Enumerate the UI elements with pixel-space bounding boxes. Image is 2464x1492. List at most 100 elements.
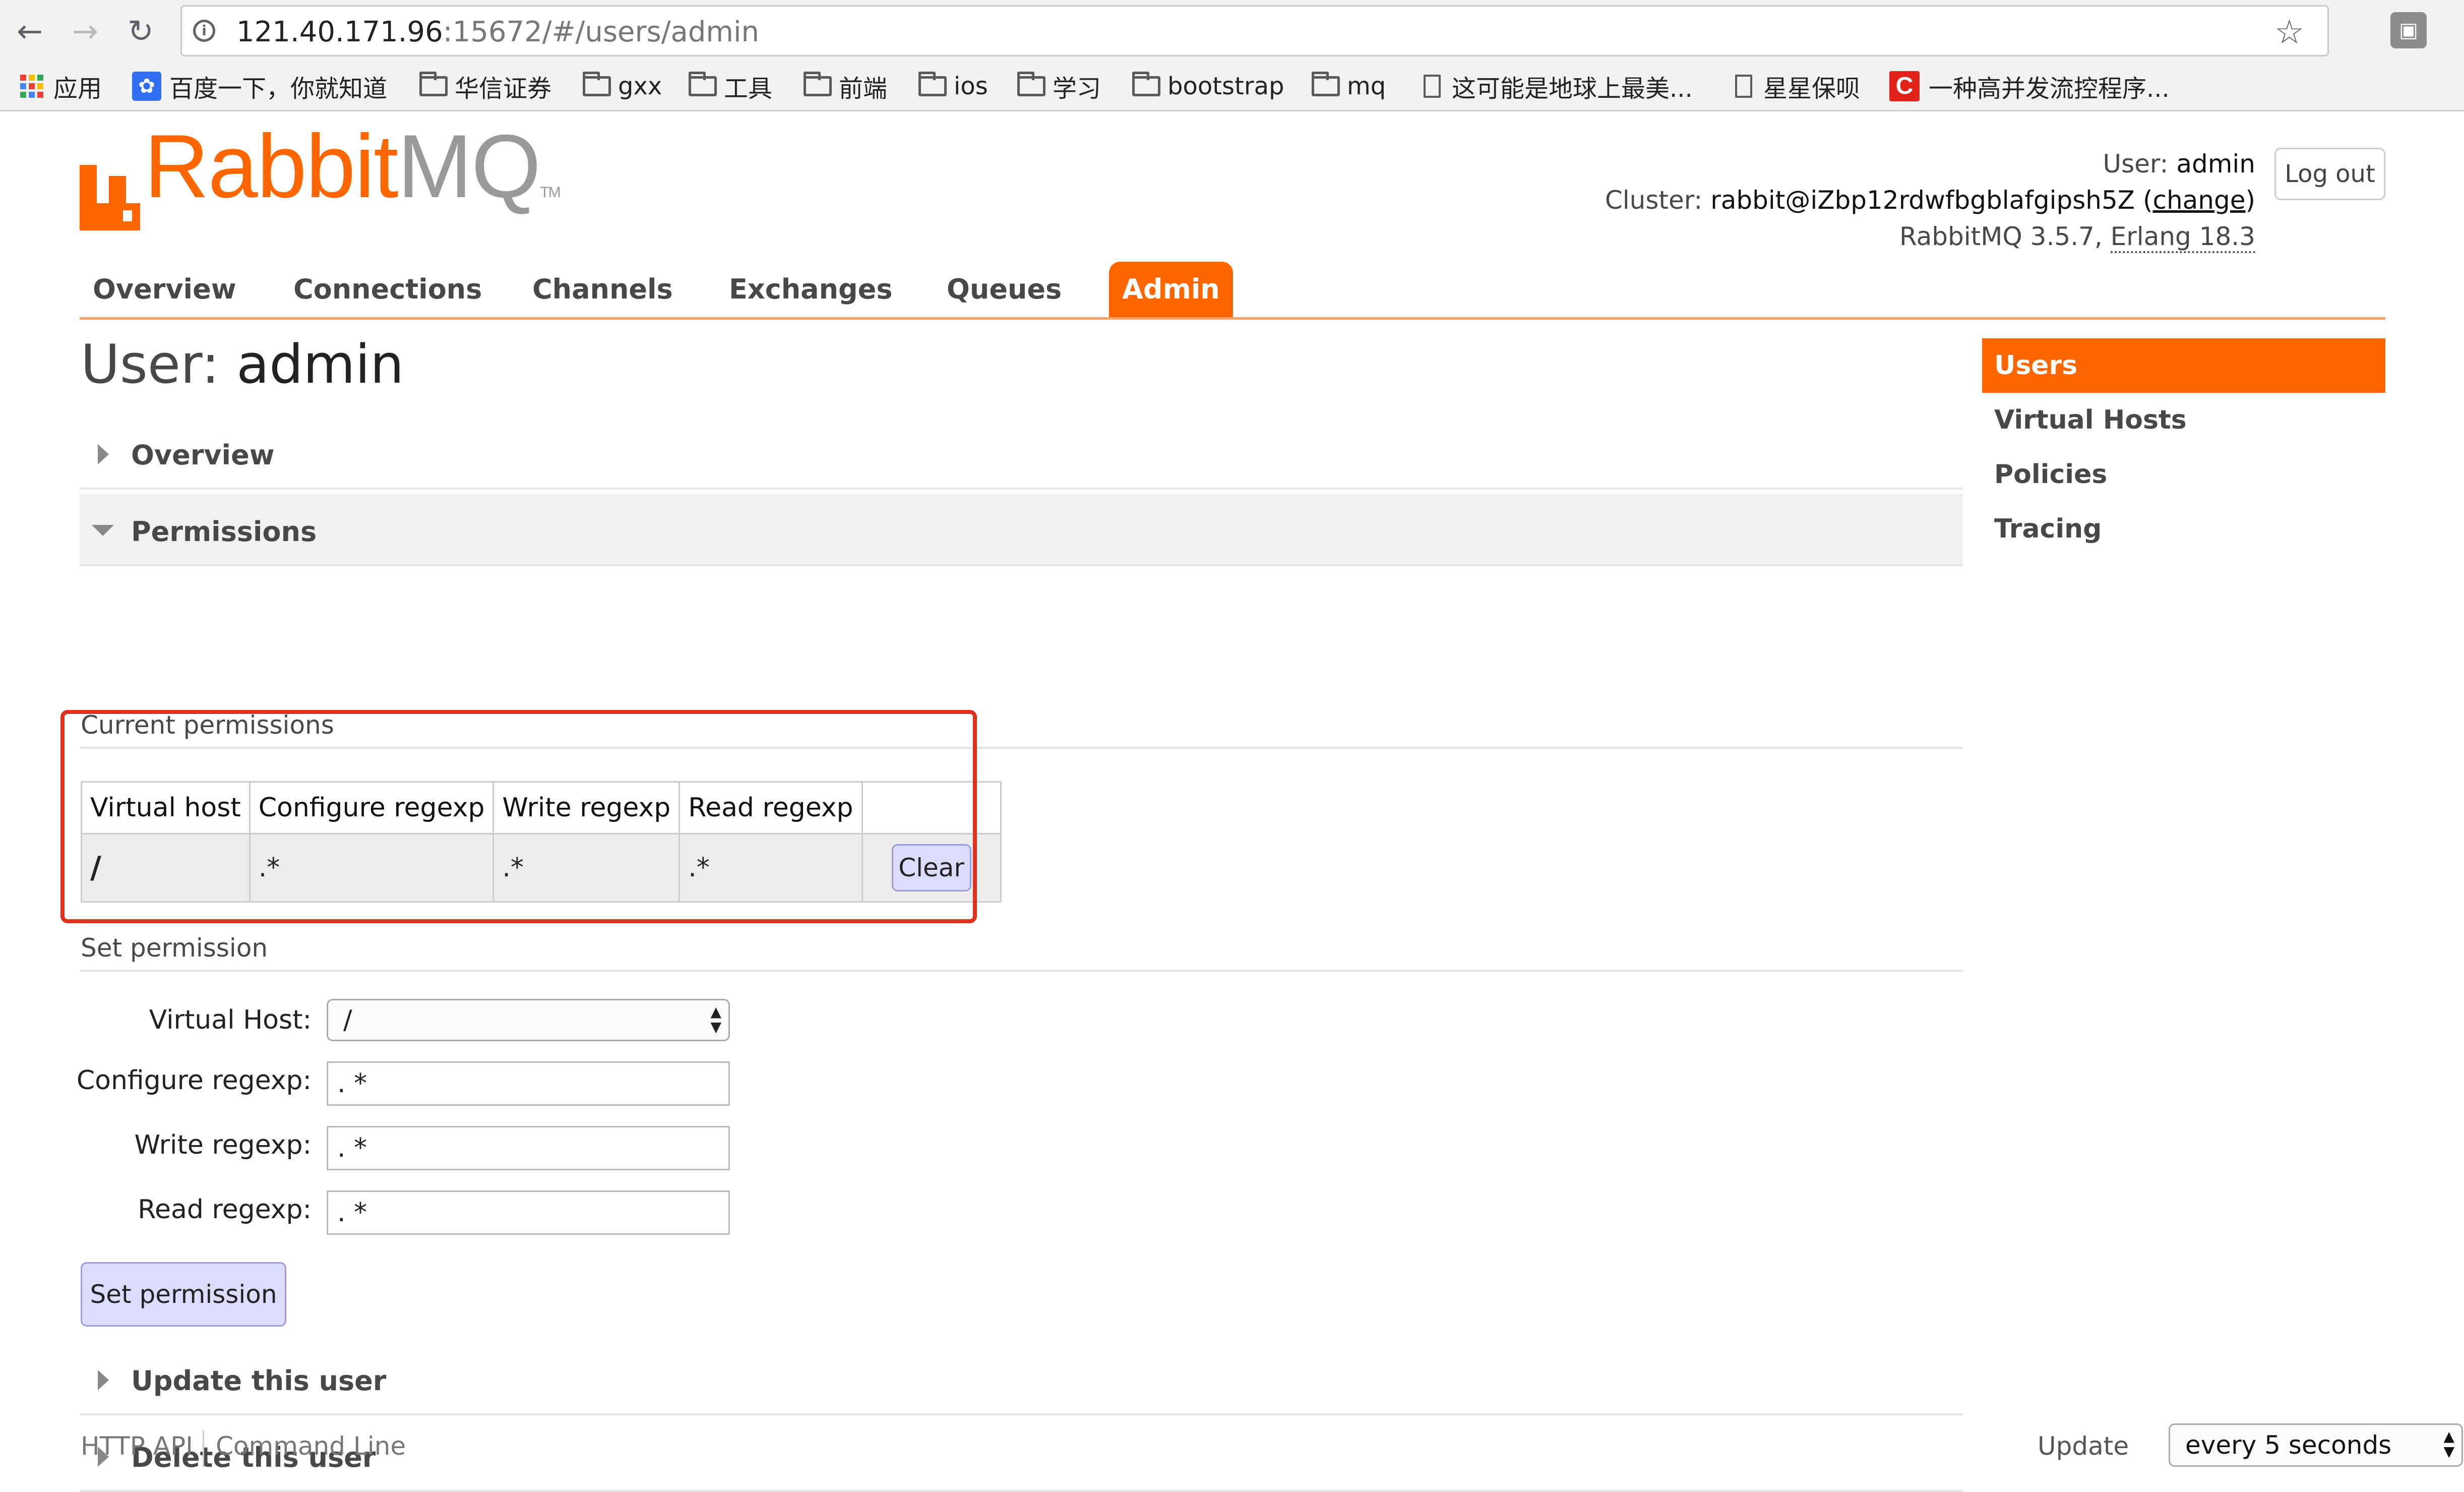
select-arrows-icon: ▲ ▼: [710, 1003, 721, 1035]
bookmark-label: bootstrap: [1167, 72, 1284, 100]
bookmark-label: 工具: [724, 75, 773, 103]
folder-icon: [804, 72, 832, 96]
baidu-paw-icon: ✿: [132, 72, 161, 101]
bookmark-page-earth[interactable]: 这可能是地球上最美...: [1424, 67, 1693, 105]
bookmark-label: mq: [1347, 72, 1386, 100]
tab-admin[interactable]: Admin: [1109, 262, 1233, 317]
vhost-label: Virtual Host:: [149, 1005, 312, 1035]
url-host: 121.40.171.96: [236, 16, 443, 48]
address-bar[interactable]: i 121.40.171.96:15672/#/users/admin ☆: [180, 5, 2329, 56]
bookmark-label: 星星保呗: [1763, 75, 1861, 103]
apps-grid-icon: [20, 75, 43, 98]
sidebar-item-virtual-hosts[interactable]: Virtual Hosts: [1982, 393, 2385, 447]
section-update-user[interactable]: Update this user: [80, 1343, 1963, 1415]
footer-divider: [203, 1430, 204, 1467]
version-line: RabbitMQ 3.5.7, Erlang 18.3: [1605, 218, 2255, 255]
tab-overview[interactable]: Overview: [93, 262, 236, 317]
sidebar-item-tracing[interactable]: Tracing: [1982, 502, 2385, 556]
bookmark-label: 百度一下，你就知道: [169, 75, 388, 103]
rabbitmq-logo-icon: [80, 165, 140, 230]
bookmark-page-xingxing[interactable]: 星星保呗: [1735, 67, 1860, 105]
bookmark-flow-control[interactable]: C 一种高并发流控程序...: [1889, 67, 2170, 105]
url-text: 121.40.171.96:15672/#/users/admin: [236, 16, 759, 48]
tab-exchanges[interactable]: Exchanges: [729, 262, 892, 317]
bookmark-label: 学习: [1053, 75, 1101, 103]
folder-icon: [689, 72, 717, 96]
user-info: User: admin Cluster: rabbit@iZbp12rdwfbg…: [1605, 146, 2255, 255]
folder-icon: [1312, 72, 1340, 96]
annotation-highlight-box: [60, 710, 977, 923]
section-title: Update this user: [131, 1365, 387, 1397]
expand-arrow-icon: [98, 1370, 109, 1390]
section-title: Overview: [131, 439, 275, 471]
cluster-line: Cluster: rabbit@iZbp12rdwfbgblafgipsh5Z …: [1605, 186, 2255, 215]
rabbitmq-logo[interactable]: RabbitMQTM: [80, 122, 561, 230]
url-path: :15672/#/users/admin: [443, 16, 760, 48]
http-api-link[interactable]: HTTP API: [81, 1431, 193, 1461]
configure-regexp-input[interactable]: . *: [327, 1061, 730, 1106]
bookmark-label: 一种高并发流控程序...: [1929, 75, 2170, 103]
page-icon: [1735, 75, 1752, 98]
bookmark-folder-bootstrap[interactable]: bootstrap: [1132, 67, 1284, 105]
bookmark-star-icon[interactable]: ☆: [2274, 13, 2304, 51]
c-logo-icon: C: [1889, 71, 1920, 101]
bookmark-label: 前端: [839, 75, 888, 103]
collapse-arrow-icon: [92, 525, 114, 536]
bookmark-baidu[interactable]: ✿ 百度一下，你就知道: [132, 67, 387, 105]
page-title: User: admin: [81, 333, 404, 395]
tab-channels[interactable]: Channels: [532, 262, 673, 317]
folder-icon: [1132, 72, 1160, 96]
main-tabs: Overview Connections Channels Exchanges …: [80, 262, 2385, 320]
set-permission-heading: Set permission: [80, 929, 1963, 972]
bookmark-label: 这可能是地球上最美...: [1452, 75, 1693, 103]
bookmarks-bar: 应用 ✿ 百度一下，你就知道 华信证券 gxx 工具 前端 ios 学习 boo…: [0, 61, 2464, 111]
write-regexp-label: Write regexp:: [134, 1130, 312, 1160]
rabbitmq-page: RabbitMQTM User: admin Cluster: rabbit@i…: [0, 111, 2464, 1492]
bookmark-folder-tools[interactable]: 工具: [689, 67, 772, 105]
section-title: Permissions: [131, 516, 317, 548]
info-icon[interactable]: i: [193, 20, 215, 42]
forward-arrow-icon[interactable]: →: [64, 9, 107, 52]
section-overview[interactable]: Overview: [80, 417, 1963, 490]
erlang-version: Erlang 18.3: [2110, 222, 2255, 253]
bookmark-folder-gxx[interactable]: gxx: [583, 67, 662, 105]
configure-regexp-label: Configure regexp:: [76, 1065, 312, 1096]
page-icon: [1424, 75, 1441, 98]
reload-icon[interactable]: ↻: [119, 9, 162, 52]
browser-toolbar: ← → ↻ i 121.40.171.96:15672/#/users/admi…: [0, 0, 2464, 61]
folder-icon: [583, 72, 611, 96]
change-cluster-link[interactable]: change: [2152, 186, 2245, 215]
update-interval-select[interactable]: every 5 seconds ▲ ▼: [2169, 1423, 2463, 1467]
back-arrow-icon[interactable]: ←: [8, 9, 51, 52]
bookmark-apps[interactable]: 应用: [20, 67, 102, 105]
section-permissions[interactable]: Permissions: [80, 494, 1963, 566]
expand-arrow-icon: [98, 444, 109, 464]
footer: HTTP API Command Line Update every 5 sec…: [80, 1417, 2463, 1478]
sidebar-item-policies[interactable]: Policies: [1982, 447, 2385, 502]
logout-button[interactable]: Log out: [2274, 148, 2385, 200]
sidebar-item-users[interactable]: Users: [1982, 338, 2385, 393]
bookmark-label: ios: [954, 72, 988, 100]
folder-icon: [1017, 72, 1045, 96]
tab-queues[interactable]: Queues: [947, 262, 1062, 317]
bookmark-label: gxx: [618, 72, 662, 100]
write-regexp-input[interactable]: . *: [327, 1126, 730, 1170]
set-permission-button[interactable]: Set permission: [81, 1262, 286, 1327]
extension-icon[interactable]: ▣: [2390, 12, 2427, 48]
bookmark-folder-frontend[interactable]: 前端: [804, 67, 887, 105]
command-line-link[interactable]: Command Line: [216, 1431, 406, 1461]
rabbitmq-logo-text: RabbitMQTM: [144, 116, 561, 216]
bookmark-folder-study[interactable]: 学习: [1017, 67, 1101, 105]
tab-connections[interactable]: Connections: [293, 262, 482, 317]
bookmark-label: 应用: [53, 75, 102, 103]
bookmark-folder-ios[interactable]: ios: [918, 67, 988, 105]
folder-icon: [918, 72, 947, 96]
bookmark-folder-mq[interactable]: mq: [1312, 67, 1386, 105]
select-arrows-icon: ▲ ▼: [2443, 1428, 2454, 1460]
user-line: User: admin: [2103, 149, 2255, 178]
bookmark-label: 华信证券: [455, 75, 552, 103]
vhost-select[interactable]: / ▲ ▼: [327, 999, 730, 1041]
read-regexp-input[interactable]: . *: [327, 1190, 730, 1235]
update-label: Update: [2038, 1431, 2129, 1461]
bookmark-folder-huaxin[interactable]: 华信证券: [419, 67, 551, 105]
